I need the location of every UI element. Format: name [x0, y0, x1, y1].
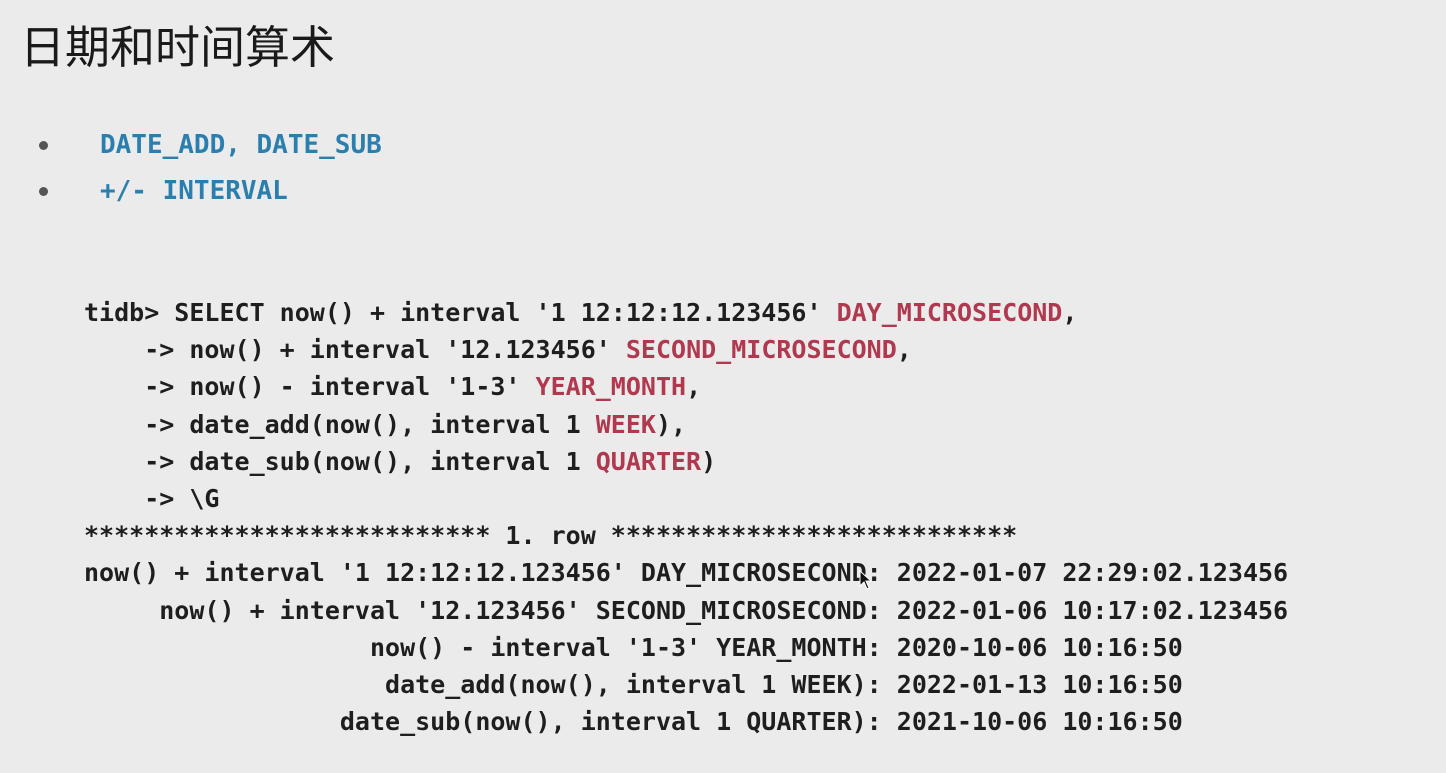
query-line: -> date_add(now(), interval 1 WEEK),: [84, 406, 1288, 443]
row-header: *************************** 1. row *****…: [84, 521, 1018, 551]
result-line: date_sub(now(), interval 1 QUARTER): 202…: [84, 707, 1183, 737]
code-block: tidb> SELECT now() + interval '1 12:12:1…: [84, 294, 1288, 740]
result-line: date_add(now(), interval 1 WEEK): 2022-0…: [84, 669, 1183, 699]
query-text: -> date_sub(now(), interval 1: [84, 446, 596, 476]
slide: 日期和时间算术 DATE_ADD, DATE_SUB +/- INTERVAL …: [0, 0, 1446, 773]
unit-keyword: YEAR_MONTH: [535, 372, 687, 402]
bullet-list: DATE_ADD, DATE_SUB +/- INTERVAL: [36, 122, 382, 214]
query-punct: ,: [896, 335, 912, 365]
query-text: tidb> SELECT now() + interval '1 12:12:1…: [84, 298, 837, 327]
bullet-text: DATE_ADD, DATE_SUB: [100, 130, 382, 160]
query-line: -> now() + interval '12.123456' SECOND_M…: [84, 331, 1288, 368]
bullet-dot-icon: [39, 186, 48, 196]
result-line: now() - interval '1-3' YEAR_MONTH: 2020-…: [84, 632, 1183, 662]
query-line: tidb> SELECT now() + interval '1 12:12:1…: [84, 294, 1288, 331]
unit-keyword: QUARTER: [595, 446, 702, 476]
query-punct: ): [701, 446, 717, 476]
bullet-item: +/- INTERVAL: [36, 168, 382, 214]
query-line: -> \G: [84, 480, 1288, 517]
unit-keyword: SECOND_MICROSECOND: [625, 335, 897, 365]
query-punct: ,: [1062, 298, 1078, 327]
query-text: -> \G: [84, 483, 220, 513]
query-line: -> now() - interval '1-3' YEAR_MONTH,: [84, 368, 1288, 405]
query-text: -> now() - interval '1-3': [84, 372, 536, 402]
query-punct: ,: [686, 372, 702, 402]
bullet-dot-icon: [39, 140, 48, 150]
result-line: now() + interval '12.123456' SECOND_MICR…: [84, 595, 1289, 625]
query-text: -> date_add(now(), interval 1: [84, 409, 596, 439]
slide-title: 日期和时间算术: [20, 21, 336, 74]
unit-keyword: DAY_MICROSECOND: [836, 298, 1063, 327]
mouse-pointer-icon: [859, 570, 873, 590]
result-line: now() + interval '1 12:12:12.123456' DAY…: [84, 558, 1289, 588]
unit-keyword: WEEK: [595, 409, 656, 439]
query-punct: ),: [655, 409, 687, 439]
query-text: -> now() + interval '12.123456': [84, 335, 626, 365]
bullet-text: +/- INTERVAL: [100, 176, 288, 206]
bullet-item: DATE_ADD, DATE_SUB: [36, 122, 382, 168]
query-line: -> date_sub(now(), interval 1 QUARTER): [84, 443, 1288, 480]
